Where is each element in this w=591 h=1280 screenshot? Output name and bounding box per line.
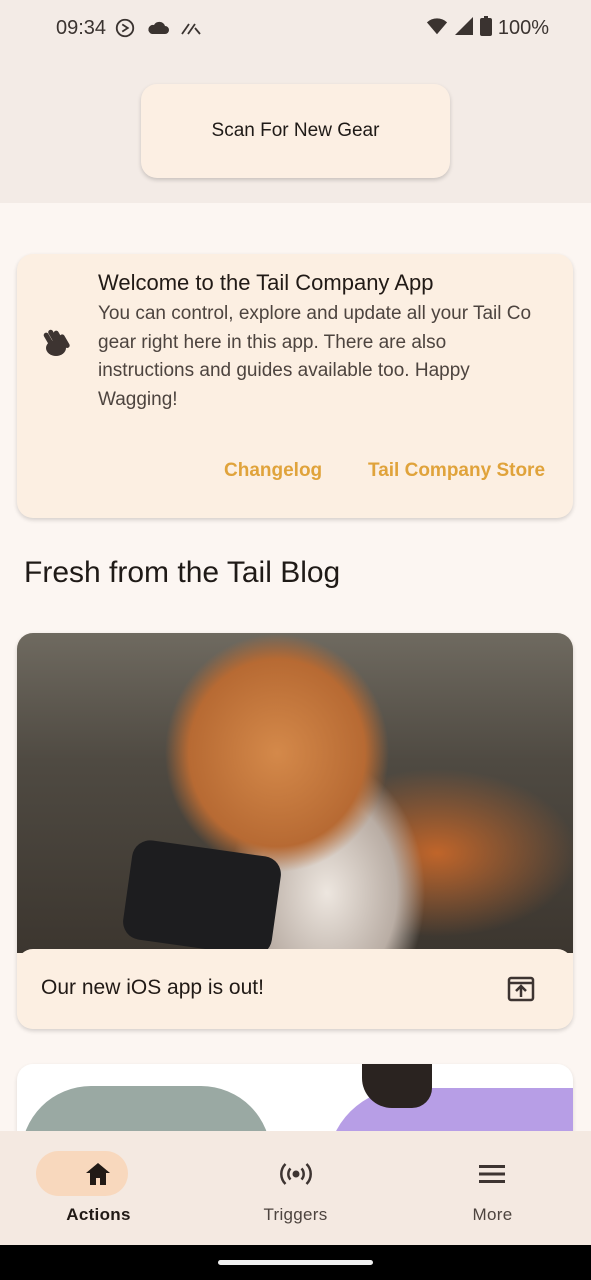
status-time: 09:34 (56, 17, 107, 39)
status-left-icons (114, 17, 204, 44)
status-bar: 09:34 100% (0, 0, 591, 60)
blog-post-caption-bar: Our new iOS app is out! (17, 949, 573, 1029)
hair-shape (362, 1064, 432, 1108)
nav-label-triggers: Triggers (263, 1205, 328, 1224)
home-icon (84, 1160, 112, 1188)
nav-label-more: More (472, 1205, 513, 1224)
battery-icon (479, 16, 492, 41)
phone-shape (120, 838, 284, 958)
menu-icon (478, 1160, 506, 1188)
nav-item-more[interactable]: More (394, 1131, 591, 1245)
tail-company-store-link[interactable]: Tail Company Store (368, 460, 545, 482)
scan-for-new-gear-button[interactable]: Scan For New Gear (141, 84, 450, 178)
nav-item-actions[interactable]: Actions (0, 1131, 197, 1245)
changelog-link[interactable]: Changelog (224, 460, 322, 482)
blog-post-caption: Our new iOS app is out! (41, 976, 264, 999)
top-panel: 09:34 100% Scan For New Gear (0, 0, 591, 203)
nav-label-actions: Actions (66, 1205, 131, 1224)
signal-lines-icon (180, 19, 204, 42)
sync-icon (114, 17, 136, 44)
waving-hand-icon (41, 324, 75, 358)
blog-post-card[interactable]: Our new iOS app is out! (17, 633, 573, 1029)
nav-active-indicator (36, 1151, 128, 1196)
blog-post-image (17, 633, 573, 958)
gesture-handle[interactable] (218, 1260, 373, 1265)
open-in-new-icon[interactable] (507, 975, 535, 1003)
welcome-title: Welcome to the Tail Company App (98, 270, 434, 295)
bottom-navigation: Actions Triggers More (0, 1131, 591, 1245)
cell-signal-icon (454, 16, 474, 41)
welcome-card: Welcome to the Tail Company App You can … (17, 254, 573, 518)
battery-percent: 100% (497, 17, 549, 39)
wifi-icon (426, 16, 448, 41)
cloud-icon (146, 19, 170, 42)
status-right-icons: 100% (426, 16, 549, 41)
gesture-navigation-bar (0, 1245, 591, 1280)
broadcast-icon (280, 1160, 312, 1188)
blog-section-title: Fresh from the Tail Blog (24, 556, 341, 589)
nav-item-triggers[interactable]: Triggers (197, 1131, 394, 1245)
welcome-body: You can control, explore and update all … (98, 303, 532, 410)
